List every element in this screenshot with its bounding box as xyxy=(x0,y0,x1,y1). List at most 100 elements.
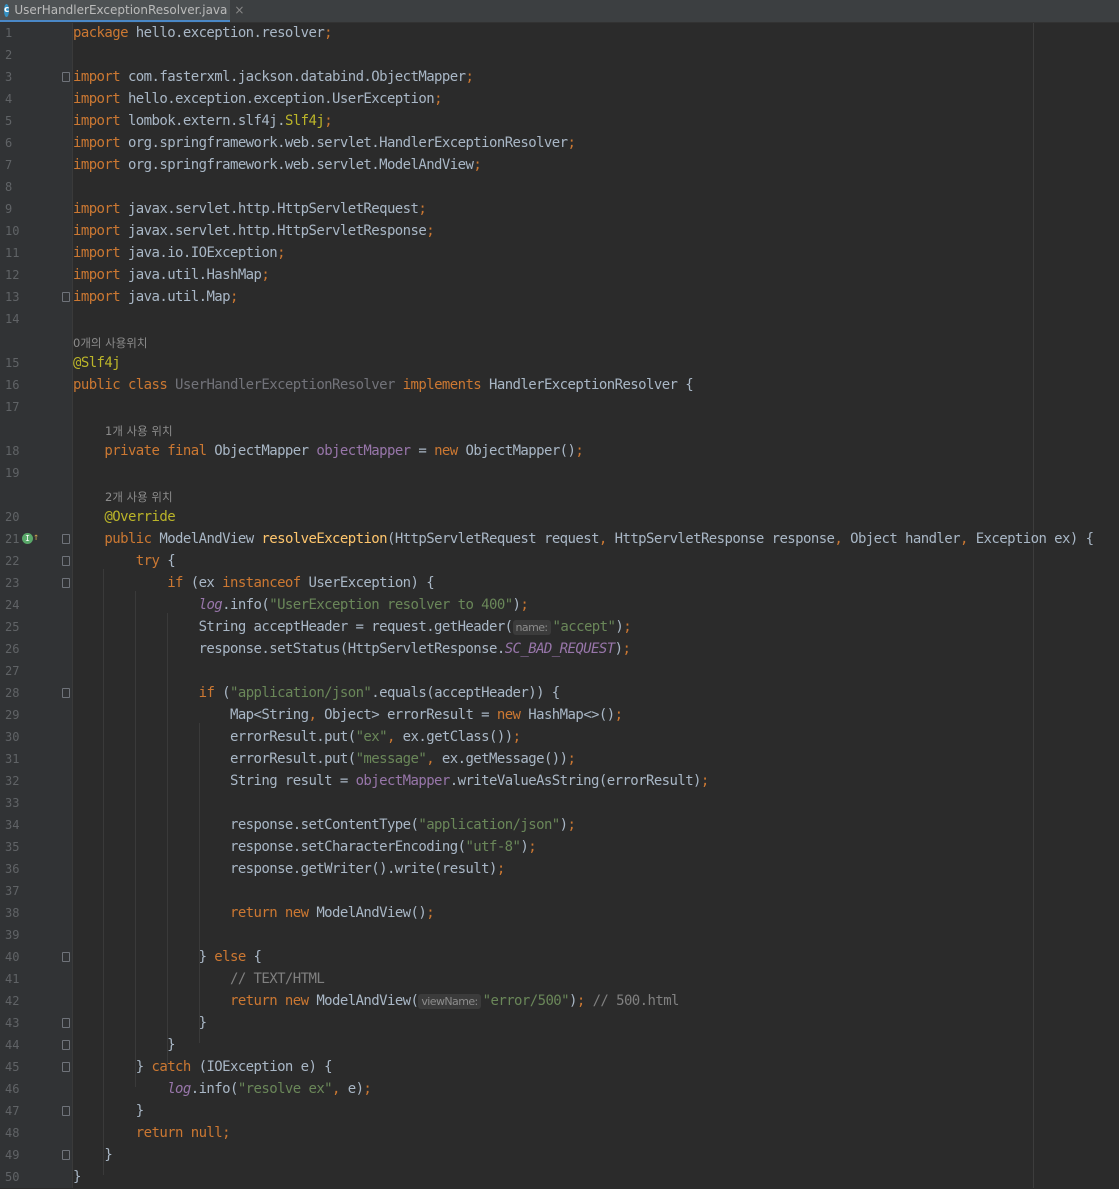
code-token: } xyxy=(73,1015,207,1031)
indent-guide xyxy=(167,613,168,1065)
code-token: import xyxy=(73,245,128,261)
code-line[interactable]: 15 @Slf4j xyxy=(0,353,1119,375)
fold-toggle-icon[interactable] xyxy=(62,72,70,82)
code-token: ; xyxy=(473,157,482,173)
code-token: import xyxy=(73,91,128,107)
code-token: org.springframework.web.servlet.ModelAnd… xyxy=(127,157,474,173)
code-token: com.fasterxml.jackson.databind.ObjectMap… xyxy=(127,69,466,85)
code-token: Object> errorResult = xyxy=(324,707,497,723)
code-editor[interactable]: 1 package hello.exception.resolver; 2 3 impo… xyxy=(0,23,1119,1188)
line-number: 28 xyxy=(5,686,20,700)
code-line[interactable]: 16 public class UserHandlerExceptionResol… xyxy=(0,375,1119,397)
code-line[interactable]: 23 if (ex instanceof UserException) { xyxy=(0,573,1119,595)
code-line[interactable]: 50} xyxy=(0,1167,1119,1189)
code-line[interactable]: 11 import java.io.IOException; xyxy=(0,243,1119,265)
code-token: ex.getMessage()) xyxy=(441,751,568,767)
fold-toggle-icon[interactable] xyxy=(62,534,70,544)
code-line[interactable]: 12 import java.util.HashMap; xyxy=(0,265,1119,287)
fold-toggle-icon[interactable] xyxy=(62,1106,70,1116)
code-token: import xyxy=(73,157,128,173)
line-number: 41 xyxy=(5,972,20,986)
usage-hint[interactable]: 2개 사용 위치 xyxy=(105,489,173,505)
line-number: 35 xyxy=(5,840,20,854)
code-text: package hello.exception.resolver; xyxy=(73,25,333,41)
code-text: errorResult.put("message", ex.getMessage… xyxy=(73,751,576,767)
tab-user-handler-exception-resolver[interactable]: c UserHandlerExceptionResolver.java × xyxy=(0,0,244,22)
code-token: ; xyxy=(623,619,632,635)
line-number: 36 xyxy=(5,862,20,876)
code-line[interactable]: 8 xyxy=(0,177,1119,199)
fold-toggle-icon[interactable] xyxy=(62,952,70,962)
code-text: try { xyxy=(73,553,176,569)
code-line[interactable]: 5 import lombok.extern.slf4j.Slf4j; xyxy=(0,111,1119,133)
code-line[interactable]: 2 xyxy=(0,45,1119,67)
line-number: 18 xyxy=(5,444,20,458)
code-token: ; xyxy=(363,1081,372,1097)
code-text: String result = objectMapper.writeValueA… xyxy=(73,773,709,789)
code-line[interactable]: 18 private final ObjectMapper objectMapp… xyxy=(0,441,1119,463)
code-token: ; xyxy=(576,993,593,1009)
code-text: @Override xyxy=(73,509,175,525)
line-number: 14 xyxy=(5,312,20,326)
code-line[interactable]: 17 xyxy=(0,397,1119,419)
code-line[interactable]: 47 } xyxy=(0,1101,1119,1123)
code-token: @Slf4j xyxy=(73,355,121,371)
code-token: import xyxy=(73,267,128,283)
code-text: import javax.servlet.http.HttpServletRes… xyxy=(73,223,435,239)
code-text: return new ModelAndView(viewName: "error/… xyxy=(73,993,679,1009)
code-token: hello.exception.resolver xyxy=(135,25,325,41)
code-token: { xyxy=(167,553,176,569)
fold-toggle-icon[interactable] xyxy=(62,1062,70,1072)
code-line[interactable]: 48 return null; xyxy=(0,1123,1119,1145)
override-arrow-icon[interactable]: ↑ xyxy=(33,532,39,543)
fold-toggle-icon[interactable] xyxy=(62,292,70,302)
usage-hint[interactable]: 1개 사용 위치 xyxy=(105,423,173,439)
code-token: , xyxy=(386,729,403,745)
code-line[interactable]: 22 try { xyxy=(0,551,1119,573)
code-token: ; xyxy=(496,861,505,877)
code-token: else xyxy=(214,949,254,965)
line-number: 3 xyxy=(5,70,13,84)
line-number: 31 xyxy=(5,752,20,766)
line-number: 44 xyxy=(5,1038,20,1052)
code-line[interactable]: 46 log.info("resolve ex", e); xyxy=(0,1079,1119,1101)
fold-toggle-icon[interactable] xyxy=(62,688,70,698)
fold-toggle-icon[interactable] xyxy=(62,556,70,566)
code-line[interactable]: 1 package hello.exception.resolver; xyxy=(0,23,1119,45)
code-line[interactable]: 49 } xyxy=(0,1145,1119,1167)
fold-toggle-icon[interactable] xyxy=(62,1150,70,1160)
code-text: response.setCharacterEncoding("utf-8"); xyxy=(73,839,537,855)
code-token: HashMap<>() xyxy=(528,707,615,723)
code-line[interactable]: 10 import javax.servlet.http.HttpServletR… xyxy=(0,221,1119,243)
code-token: ModelAndView() xyxy=(316,905,427,921)
fold-toggle-icon[interactable] xyxy=(62,578,70,588)
code-line[interactable]: 14 xyxy=(0,309,1119,331)
code-line[interactable]: 20 @Override xyxy=(0,507,1119,529)
code-text: response.getWriter().write(result); xyxy=(73,861,505,877)
code-line[interactable]: 9 import javax.servlet.http.HttpServletRe… xyxy=(0,199,1119,221)
code-line[interactable]: 3 import com.fasterxml.jackson.databind.O… xyxy=(0,67,1119,89)
code-line[interactable]: 6 import org.springframework.web.servlet.… xyxy=(0,133,1119,155)
code-token: ; xyxy=(528,839,537,855)
line-number: 29 xyxy=(5,708,20,722)
fold-toggle-icon[interactable] xyxy=(62,1040,70,1050)
code-token: ; xyxy=(622,641,631,657)
code-token: "application/json" xyxy=(418,817,560,833)
fold-toggle-icon[interactable] xyxy=(62,1018,70,1028)
usage-hint[interactable]: 0개의 사용위치 xyxy=(73,335,147,351)
close-icon[interactable]: × xyxy=(234,3,244,17)
code-line[interactable]: 4 import hello.exception.exception.UserEx… xyxy=(0,89,1119,111)
code-line[interactable]: 19 xyxy=(0,463,1119,485)
code-token: ; xyxy=(324,113,333,129)
indent-guide xyxy=(199,723,200,1043)
code-line[interactable]: 13 import java.util.Map; xyxy=(0,287,1119,309)
code-line[interactable]: 7 import org.springframework.web.servlet.… xyxy=(0,155,1119,177)
code-text: @Slf4j xyxy=(73,355,121,371)
code-line[interactable]: 21 I ↑ public ModelAndView resolveExceptio… xyxy=(0,529,1119,551)
implements-method-icon[interactable]: I xyxy=(22,533,33,544)
code-token: javax.servlet.http.HttpServletRequest xyxy=(127,201,419,217)
code-token: Object handler xyxy=(850,531,960,547)
line-number: 9 xyxy=(5,202,13,216)
code-text: response.setContentType("application/jso… xyxy=(73,817,576,833)
